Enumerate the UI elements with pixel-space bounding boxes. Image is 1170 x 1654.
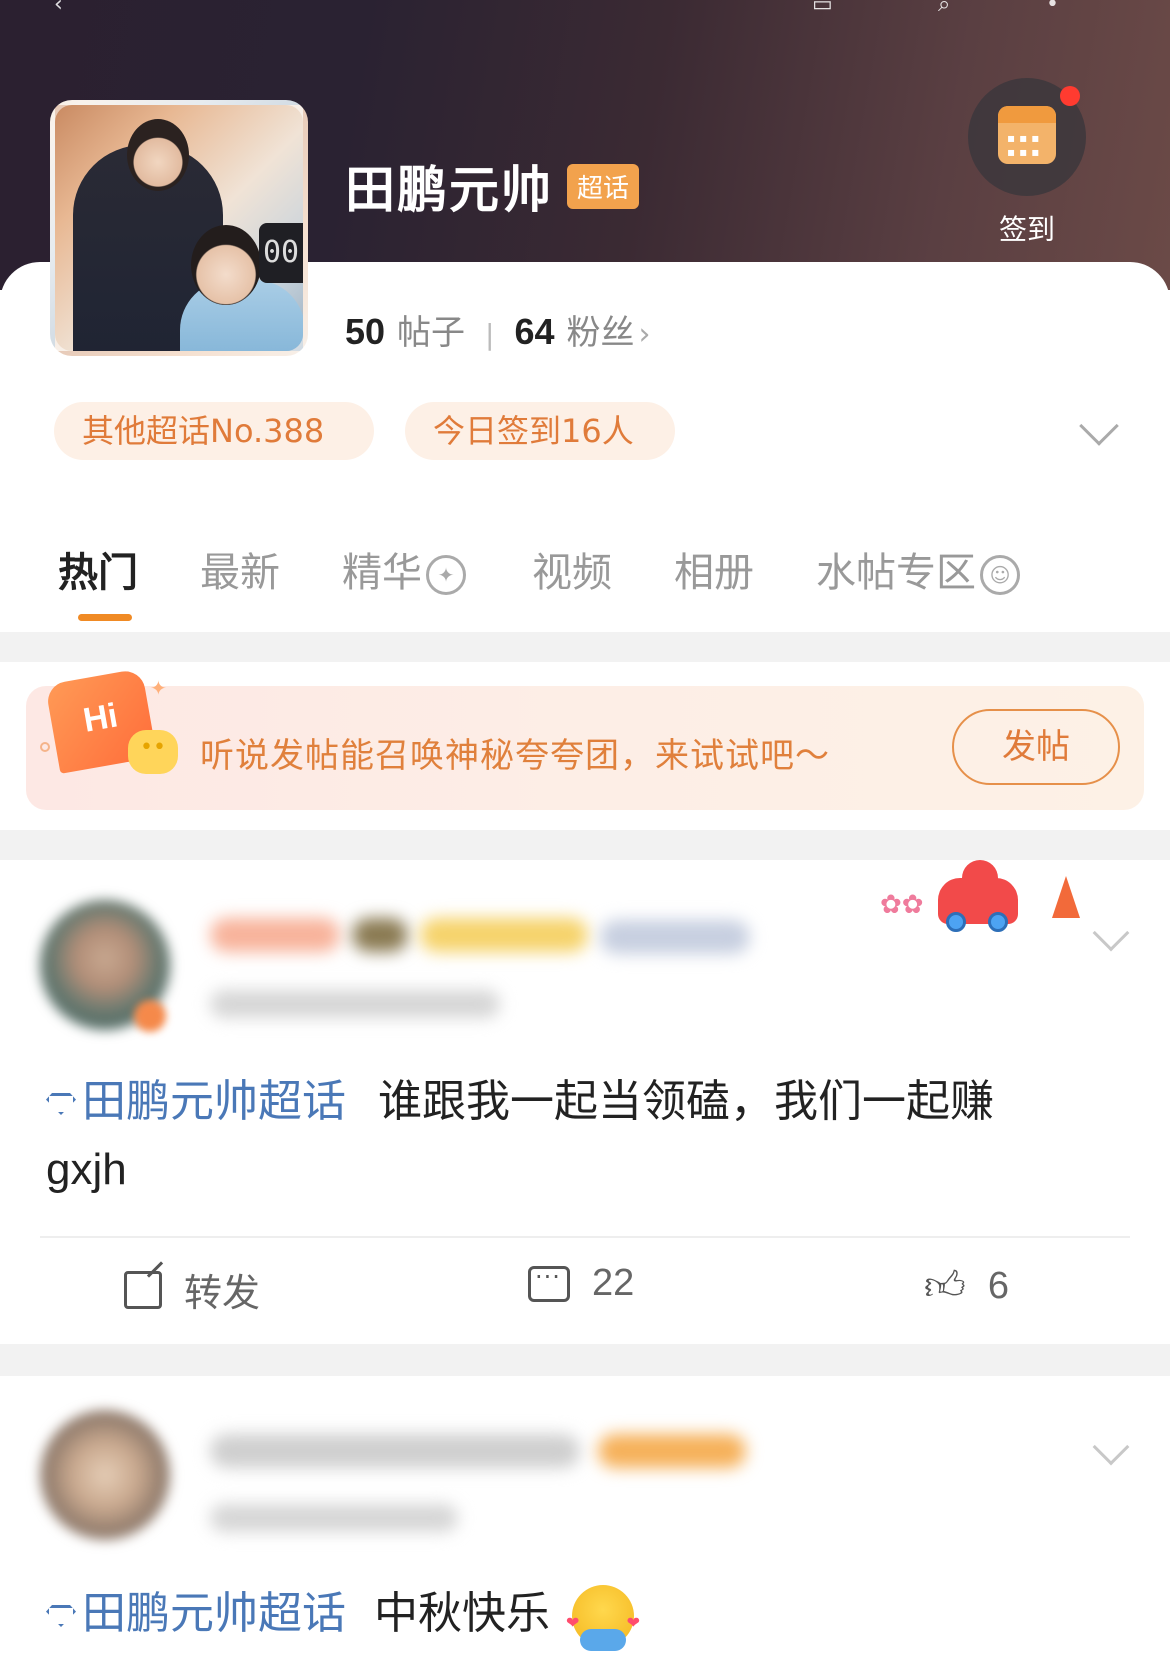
notification-dot [1060, 86, 1080, 106]
blurred-badge [352, 918, 408, 952]
avatar[interactable] [40, 1410, 170, 1540]
calendar-icon: ▪▪▪ ▪▪▪ [998, 106, 1056, 164]
supertopic-diamond-icon [46, 1093, 76, 1115]
topic-stats[interactable]: 50 帖子 | 64 粉丝 › [345, 305, 651, 354]
today-checkin-pill[interactable]: 今日签到16人 [405, 402, 675, 460]
decoration-car-sticker: ✿✿ [880, 860, 1080, 938]
chevron-down-icon[interactable] [1092, 1428, 1130, 1466]
chevron-down-icon[interactable] [1092, 914, 1130, 952]
post-body[interactable]: 田鹏元帅超话 谁跟我一起当领磕，我们一起赚 gxjh [46, 1068, 1126, 1204]
section-divider [0, 1344, 1170, 1376]
section-divider [0, 830, 1170, 860]
post-body[interactable]: 田鹏元帅超话 中秋快乐 [46, 1580, 1126, 1654]
chat-bubble-icon: •• [128, 730, 178, 774]
topic-title-row: 田鹏元帅 超话 [345, 150, 640, 222]
more-icon[interactable]: • [1046, 0, 1059, 17]
stats-divider: | [485, 318, 495, 351]
posts-count: 50 [345, 311, 386, 352]
search-icon[interactable]: ⌕ [938, 0, 950, 17]
tab-latest[interactable]: 最新 [200, 540, 280, 598]
verified-badge [134, 1000, 166, 1032]
post-divider [40, 1236, 1130, 1238]
checkin-button[interactable]: ▪▪▪ ▪▪▪ [968, 78, 1086, 196]
comment-button[interactable]: 22 [528, 1262, 634, 1305]
topic-name: 田鹏元帅 [345, 161, 553, 219]
comment-count: 22 [592, 1262, 635, 1304]
comment-icon [528, 1263, 570, 1302]
supertopic-badge: 超话 [567, 163, 640, 209]
tab-featured[interactable]: 精华 ✦ [342, 540, 466, 598]
share-icon[interactable]: ▭ [812, 0, 833, 17]
checkin-label[interactable]: 签到 [968, 208, 1086, 248]
blurred-badge [600, 920, 750, 954]
section-divider [0, 632, 1170, 662]
tab-album[interactable]: 相册 [674, 540, 754, 598]
blurred-badge [598, 1434, 746, 1468]
sparkle-icon: ✦ [150, 676, 167, 700]
thumbs-up-icon: 👍︎ [924, 1263, 966, 1309]
repost-label: 转发 [184, 1271, 261, 1315]
rank-pill[interactable]: 其他超话No.388 [54, 402, 374, 460]
feed-tabs: 热门 最新 精华 ✦ 视频 相册 水帖专区 ☺ [0, 540, 1170, 632]
blurred-badge [420, 918, 588, 952]
repost-button[interactable]: 转发 [124, 1262, 260, 1317]
supertopic-diamond-icon [46, 1605, 76, 1627]
decor-ring [40, 742, 50, 752]
top-toolbar: ‹ ▭ ⌕ • [0, 0, 1170, 17]
like-button[interactable]: 👍︎ 6 [924, 1262, 1009, 1310]
hug-emoji-icon [566, 1585, 640, 1654]
tab-water-posts-label: 水帖专区 [816, 550, 976, 596]
topic-cover-image[interactable]: 00 [50, 100, 308, 356]
topic-link[interactable]: 田鹏元帅超话 [46, 1076, 346, 1127]
star-badge-icon: ✦ [426, 555, 466, 595]
tab-video[interactable]: 视频 [532, 540, 612, 598]
face-icon: ☺ [980, 555, 1020, 595]
active-tab-indicator [78, 614, 132, 621]
topic-link[interactable]: 田鹏元帅超话 [46, 1588, 346, 1639]
post-text: 中秋快乐 [374, 1588, 550, 1639]
banner-text: 听说发帖能召唤神秘夸夸团，来试试吧～ [200, 736, 830, 776]
post-text-line1: 谁跟我一起当领磕，我们一起赚 [378, 1076, 994, 1127]
create-post-button[interactable]: 发帖 [952, 709, 1120, 785]
repost-icon [124, 1270, 162, 1309]
posts-label: 帖子 [397, 313, 466, 353]
tab-water-posts[interactable]: 水帖专区 ☺ [816, 540, 1020, 598]
fans-count: 64 [514, 311, 555, 352]
blurred-username[interactable] [210, 1434, 580, 1468]
like-count: 6 [987, 1264, 1009, 1307]
post-text-line2: gxjh [46, 1145, 127, 1194]
blurred-username[interactable] [210, 918, 340, 952]
back-icon[interactable]: ‹ [54, 0, 63, 17]
blurred-timestamp [210, 990, 500, 1018]
fans-label: 粉丝 [566, 313, 635, 353]
chevron-right-icon: › [638, 317, 651, 352]
topic-link-label: 田鹏元帅超话 [82, 1076, 346, 1127]
tab-hot[interactable]: 热门 [58, 540, 138, 598]
topic-link-label: 田鹏元帅超话 [82, 1588, 346, 1639]
blurred-timestamp [210, 1504, 458, 1532]
tab-featured-label: 精华 [342, 550, 422, 596]
